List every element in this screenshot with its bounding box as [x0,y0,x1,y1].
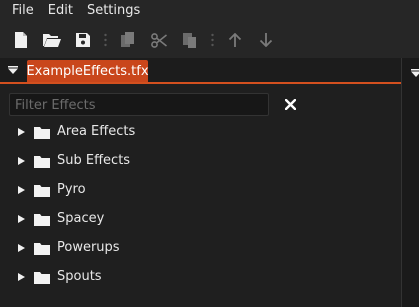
menu-file[interactable]: File [0,0,41,22]
move-down-icon [259,33,272,47]
menu-edit[interactable]: Edit [41,0,80,22]
paste-icon [182,33,196,48]
copy-icon [120,32,134,47]
folder-icon [34,185,50,197]
cut-icon [150,32,167,48]
folder-icon [34,214,50,226]
menu-bar: File Edit Settings [0,0,419,22]
tree-item[interactable]: Pyro [0,176,400,205]
open-button[interactable] [36,22,67,58]
tree-item[interactable]: Sub Effects [0,147,400,176]
tree-item-label: Pyro [57,182,86,197]
folder-icon [34,272,50,284]
tree-item[interactable]: Powerups [0,234,400,263]
expand-arrow-icon[interactable] [18,128,25,136]
toolbar-separator [98,22,112,58]
close-icon [284,98,296,110]
tab-bar: ExampleEffects.tfx [0,58,419,84]
open-folder-icon [42,34,61,47]
folder-icon [34,243,50,255]
tree-item[interactable]: Spacey [0,205,400,234]
menu-settings[interactable]: Settings [80,0,147,22]
paste-button[interactable] [174,22,205,58]
tree-item-label: Area Effects [57,124,136,139]
clear-filter-button[interactable] [281,95,299,113]
save-icon [75,33,90,47]
cut-button[interactable] [143,22,174,58]
save-button[interactable] [67,22,98,58]
move-down-button[interactable] [250,22,281,58]
toolbar-separator [205,22,219,58]
move-up-button[interactable] [219,22,250,58]
tab-menu-button[interactable] [4,62,22,78]
tab-example-effects[interactable]: ExampleEffects.tfx [26,60,149,82]
tree-item-label: Spouts [57,269,102,284]
tree-item-label: Powerups [57,240,120,255]
folder-icon [34,127,50,139]
copy-button[interactable] [112,22,143,58]
caret-down-icon [8,66,18,74]
filter-effects-input[interactable] [10,95,268,116]
move-up-icon [228,33,241,47]
expand-arrow-icon[interactable] [18,244,25,252]
expand-arrow-icon[interactable] [18,186,25,194]
new-file-icon [14,32,27,48]
expand-arrow-icon[interactable] [18,215,25,223]
caret-down-icon [411,69,419,77]
side-panel-strip [401,58,419,307]
filter-box [9,93,269,116]
tree-item[interactable]: Spouts [0,263,400,292]
expand-arrow-icon[interactable] [18,157,25,165]
side-panel-menu-button[interactable] [411,62,419,81]
new-file-button[interactable] [5,22,36,58]
tree-item[interactable]: Area Effects [0,118,400,147]
tree-item-label: Spacey [57,211,105,226]
expand-arrow-icon[interactable] [18,273,25,281]
tree-item-label: Sub Effects [57,153,131,168]
folder-icon [34,156,50,168]
toolbar [0,22,419,58]
